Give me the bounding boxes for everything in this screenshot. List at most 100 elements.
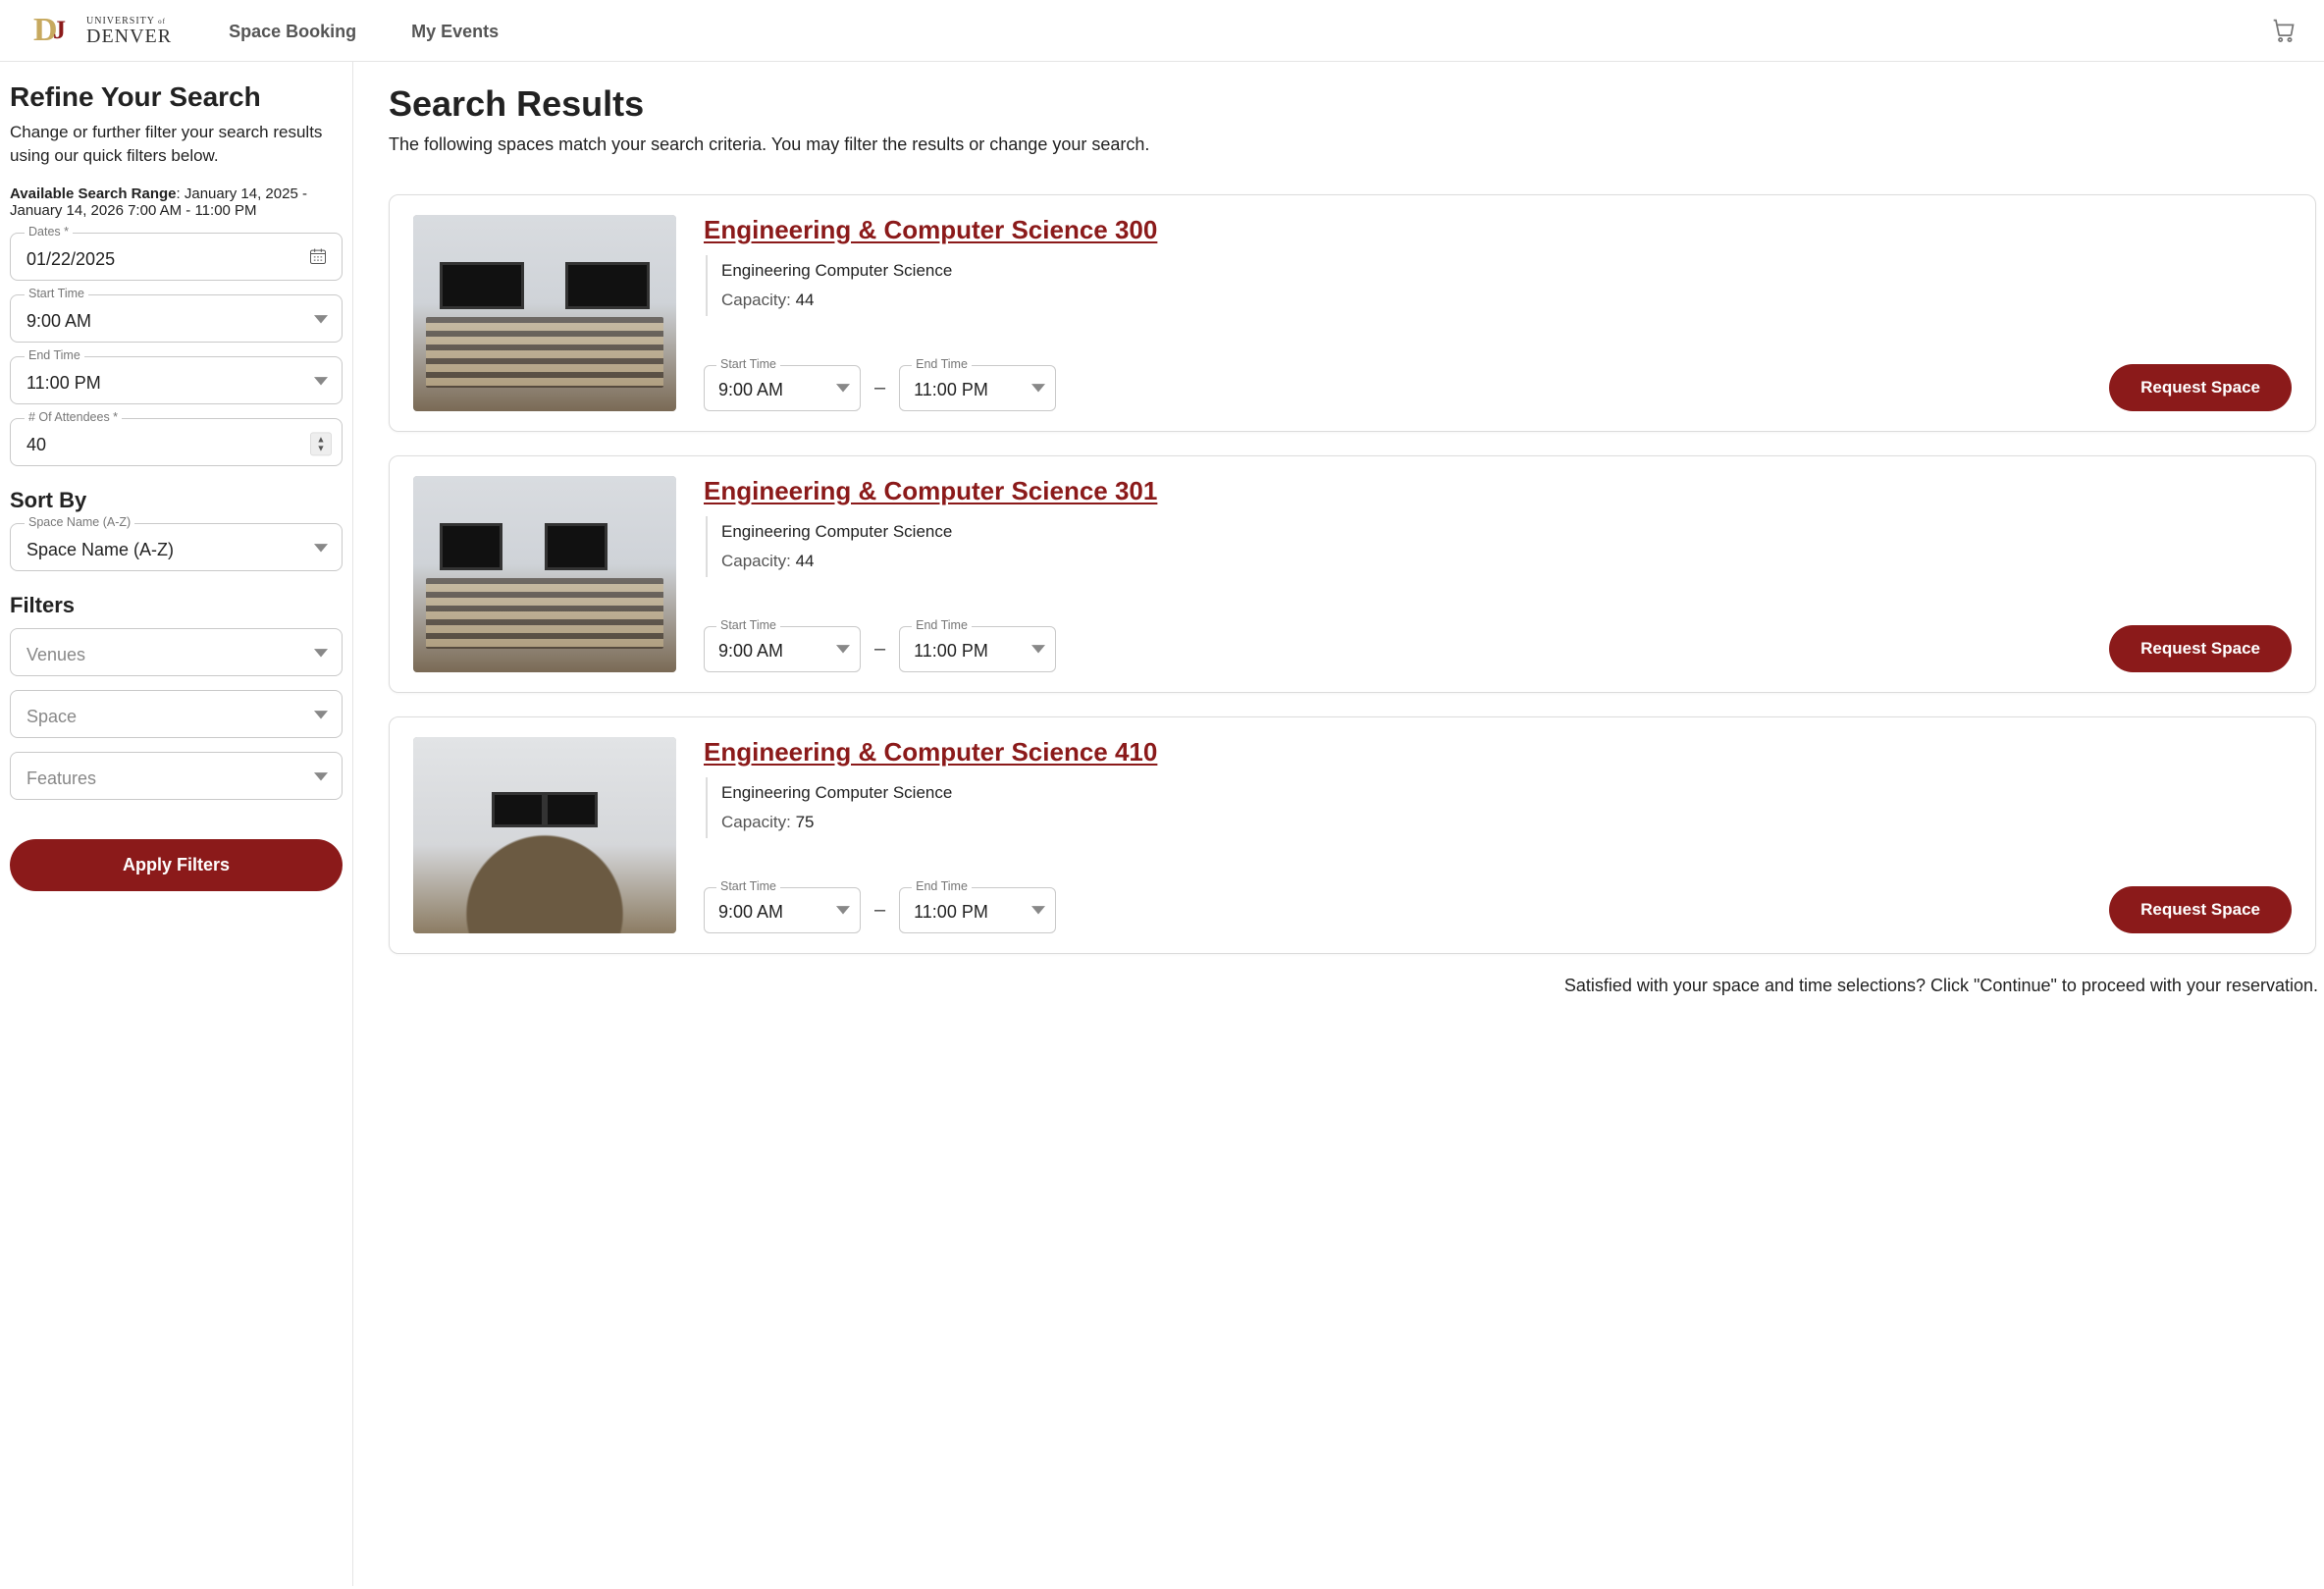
nav-my-events[interactable]: My Events xyxy=(411,22,499,42)
end-time-field[interactable]: End Time 11:00 PM xyxy=(10,356,343,404)
results-list: Engineering & Computer Science 300 Engin… xyxy=(389,194,2324,954)
room-thumbnail[interactable] xyxy=(413,737,676,933)
sort-value: Space Name (A-Z) xyxy=(26,540,174,559)
room-title-link[interactable]: Engineering & Computer Science 410 xyxy=(704,737,2292,768)
result-card: Engineering & Computer Science 300 Engin… xyxy=(389,194,2316,432)
dates-label: Dates * xyxy=(25,225,73,238)
space-filter[interactable]: Space xyxy=(10,690,343,738)
request-space-button[interactable]: Request Space xyxy=(2109,625,2292,672)
attendees-field[interactable]: # Of Attendees * 40 ▲ ▼ xyxy=(10,418,343,466)
attendees-label: # Of Attendees * xyxy=(25,410,122,424)
result-end-label: End Time xyxy=(912,618,972,632)
page-title: Search Results xyxy=(389,83,2324,125)
refine-sidebar: Refine Your Search Change or further fil… xyxy=(0,62,353,1586)
room-capacity: Capacity: 44 xyxy=(721,552,2292,571)
room-building: Engineering Computer Science xyxy=(721,261,2292,281)
thumbnail-rows-icon xyxy=(426,317,662,388)
result-start-value: 9:00 AM xyxy=(718,641,783,661)
result-card: Engineering & Computer Science 301 Engin… xyxy=(389,455,2316,693)
capacity-value: 75 xyxy=(796,813,815,831)
start-time-label: Start Time xyxy=(25,287,88,300)
room-building: Engineering Computer Science xyxy=(721,522,2292,542)
chevron-down-icon xyxy=(1031,642,1045,661)
capacity-value: 44 xyxy=(796,291,815,309)
cart-icon xyxy=(2269,30,2297,47)
room-thumbnail[interactable] xyxy=(413,215,676,411)
capacity-label: Capacity: xyxy=(721,552,796,570)
chevron-down-icon xyxy=(314,646,328,664)
result-end-value: 11:00 PM xyxy=(914,641,988,661)
thumbnail-rows-icon xyxy=(426,578,662,649)
room-building: Engineering Computer Science xyxy=(721,783,2292,803)
room-title-link[interactable]: Engineering & Computer Science 301 xyxy=(704,476,2292,506)
number-stepper[interactable]: ▲ ▼ xyxy=(310,432,332,455)
features-filter[interactable]: Features xyxy=(10,752,343,800)
dates-value: 01/22/2025 xyxy=(26,249,115,269)
thumbnail-screens-icon xyxy=(440,262,650,309)
top-bar: UNIVERSITY of DENVER Space Booking My Ev… xyxy=(0,0,2324,62)
brand-denver: DENVER xyxy=(86,26,172,46)
capacity-label: Capacity: xyxy=(721,813,796,831)
venues-filter[interactable]: Venues xyxy=(10,628,343,676)
request-space-button[interactable]: Request Space xyxy=(2109,886,2292,933)
brand-mark-icon xyxy=(27,10,77,53)
nav-space-booking[interactable]: Space Booking xyxy=(229,22,356,42)
sort-field[interactable]: Space Name (A-Z) Space Name (A-Z) xyxy=(10,523,343,571)
result-start-time-field[interactable]: Start Time 9:00 AM xyxy=(704,887,861,933)
space-placeholder: Space xyxy=(26,707,77,726)
result-end-time-field[interactable]: End Time 11:00 PM xyxy=(899,626,1056,672)
page-subtitle: The following spaces match your search c… xyxy=(389,134,2300,155)
main-content: Search Results The following spaces matc… xyxy=(353,62,2324,1586)
chevron-down-icon xyxy=(1031,381,1045,399)
result-card: Engineering & Computer Science 410 Engin… xyxy=(389,716,2316,954)
room-capacity: Capacity: 44 xyxy=(721,291,2292,310)
dates-field[interactable]: Dates * 01/22/2025 xyxy=(10,233,343,281)
time-dash: – xyxy=(874,899,885,922)
sort-heading: Sort By xyxy=(10,488,343,513)
chevron-down-icon xyxy=(314,708,328,726)
chevron-down-icon xyxy=(836,642,850,661)
result-start-label: Start Time xyxy=(716,879,780,893)
result-end-time-field[interactable]: End Time 11:00 PM xyxy=(899,887,1056,933)
main-nav: Space Booking My Events xyxy=(229,22,499,42)
result-end-time-field[interactable]: End Time 11:00 PM xyxy=(899,365,1056,411)
chevron-down-icon xyxy=(314,312,328,331)
result-start-time-field[interactable]: Start Time 9:00 AM xyxy=(704,626,861,672)
result-end-label: End Time xyxy=(912,879,972,893)
attendees-value: 40 xyxy=(26,435,46,454)
venues-placeholder: Venues xyxy=(26,645,85,664)
brand-text: UNIVERSITY of DENVER xyxy=(86,17,172,46)
start-time-field[interactable]: Start Time 9:00 AM xyxy=(10,294,343,343)
sidebar-title: Refine Your Search xyxy=(10,81,343,113)
chevron-down-icon xyxy=(1031,903,1045,922)
apply-filters-button[interactable]: Apply Filters xyxy=(10,839,343,891)
result-end-label: End Time xyxy=(912,357,972,371)
result-end-value: 11:00 PM xyxy=(914,902,988,922)
end-time-value: 11:00 PM xyxy=(26,373,101,393)
calendar-icon xyxy=(308,246,328,271)
chevron-down-icon: ▼ xyxy=(317,444,326,452)
chevron-down-icon xyxy=(314,541,328,559)
result-start-label: Start Time xyxy=(716,618,780,632)
brand-logo[interactable]: UNIVERSITY of DENVER xyxy=(27,10,172,53)
continue-footnote: Satisfied with your space and time selec… xyxy=(389,976,2324,996)
time-dash: – xyxy=(874,638,885,661)
thumbnail-screens-icon xyxy=(492,792,597,827)
features-placeholder: Features xyxy=(26,768,96,788)
start-time-value: 9:00 AM xyxy=(26,311,91,331)
result-start-value: 9:00 AM xyxy=(718,902,783,922)
result-start-time-field[interactable]: Start Time 9:00 AM xyxy=(704,365,861,411)
room-title-link[interactable]: Engineering & Computer Science 300 xyxy=(704,215,2292,245)
room-thumbnail[interactable] xyxy=(413,476,676,672)
end-time-label: End Time xyxy=(25,348,84,362)
request-space-button[interactable]: Request Space xyxy=(2109,364,2292,411)
chevron-down-icon xyxy=(836,381,850,399)
time-dash: – xyxy=(874,377,885,399)
result-end-value: 11:00 PM xyxy=(914,380,988,399)
available-range: Available Search Range: January 14, 2025… xyxy=(10,185,343,219)
filters-heading: Filters xyxy=(10,593,343,618)
capacity-value: 44 xyxy=(796,552,815,570)
capacity-label: Capacity: xyxy=(721,291,796,309)
chevron-down-icon xyxy=(314,374,328,393)
cart-button[interactable] xyxy=(2269,16,2297,48)
